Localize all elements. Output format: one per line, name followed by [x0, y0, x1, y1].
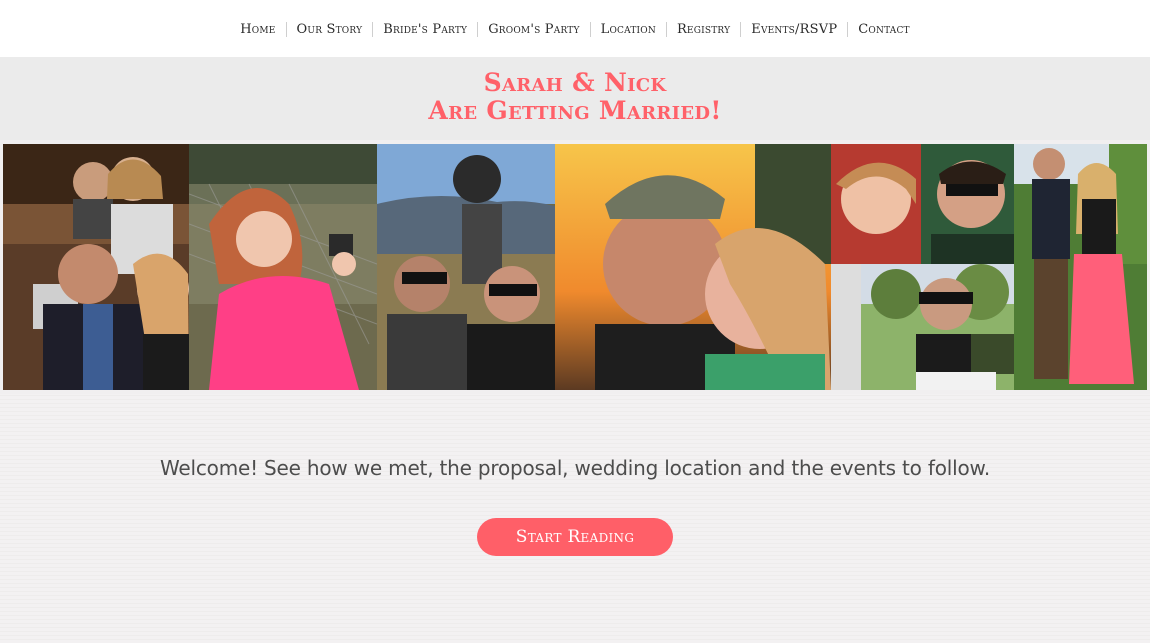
- announcement-title: Are Getting Married!: [428, 96, 722, 125]
- start-reading-button[interactable]: Start Reading: [477, 518, 673, 556]
- title-banner: Sarah & Nick Are Getting Married!: [0, 57, 1150, 140]
- silly-selfie-photo: [831, 144, 1014, 264]
- nav-location[interactable]: Location: [591, 22, 666, 37]
- welcome-message: Welcome! See how we met, the proposal, w…: [160, 456, 990, 480]
- couple-names: Sarah & Nick: [483, 68, 667, 97]
- nav-contact[interactable]: Contact: [848, 22, 920, 37]
- nav-our-story[interactable]: Our Story: [287, 22, 373, 37]
- nav-grooms-party[interactable]: Groom's Party: [478, 22, 589, 37]
- sunset-kiss-photo: [555, 144, 831, 390]
- couple-with-girl-photo: [3, 144, 189, 390]
- nav-registry[interactable]: Registry: [667, 22, 740, 37]
- nav-home[interactable]: Home: [230, 22, 285, 37]
- girl-pink-jacket-photo: [189, 144, 377, 390]
- sunglasses-certificate-photo: [861, 264, 1014, 390]
- motocross-couple-photo: [377, 144, 555, 390]
- garden-couple-photo: [1014, 144, 1147, 390]
- nav-brides-party[interactable]: Bride's Party: [373, 22, 477, 37]
- top-nav: Home Our Story Bride's Party Groom's Par…: [0, 0, 1150, 57]
- photo-collage: [3, 144, 1147, 390]
- nav-events-rsvp[interactable]: Events/RSVP: [741, 22, 847, 37]
- nav-list: Home Our Story Bride's Party Groom's Par…: [230, 22, 920, 37]
